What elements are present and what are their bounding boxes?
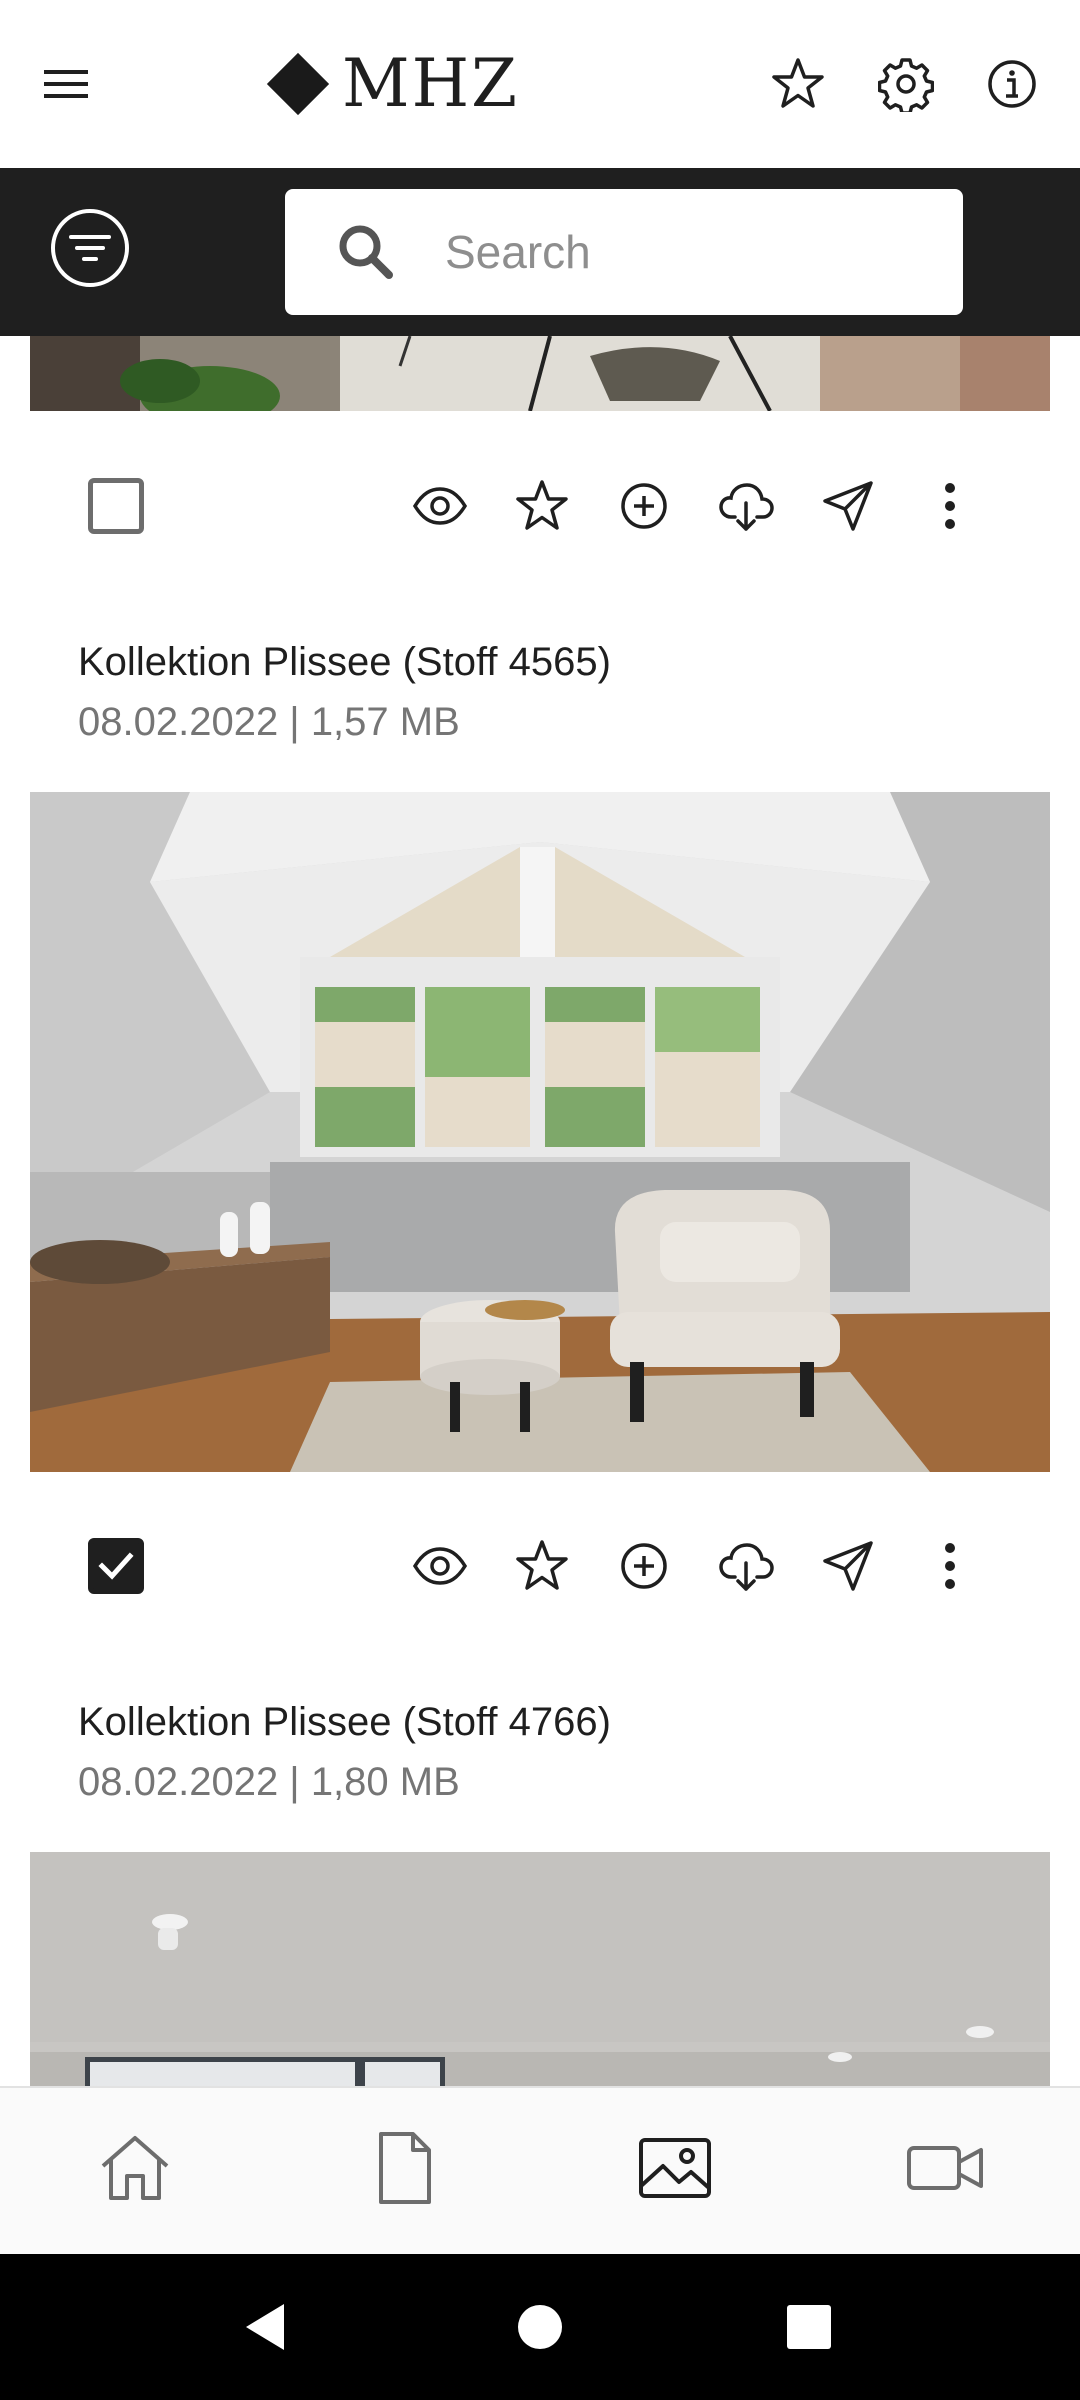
media-title[interactable]: Kollektion Plissee (Stoff 4766) [78, 1700, 611, 1745]
media-actions-row [0, 1516, 1080, 1616]
share-send-icon [823, 1541, 873, 1591]
system-home-button[interactable] [503, 2290, 577, 2364]
preview-button[interactable] [408, 474, 472, 538]
share-button[interactable] [816, 474, 880, 538]
brand-name: MHZ [342, 45, 519, 122]
nav-documents-button[interactable] [355, 2118, 455, 2218]
checkmark-icon [98, 1552, 134, 1580]
document-icon [379, 2132, 431, 2204]
favorite-button[interactable] [510, 474, 574, 538]
hamburger-menu-icon [44, 70, 88, 98]
android-navigation-bar [0, 2254, 1080, 2400]
brand-logo[interactable]: MHZ [262, 48, 519, 120]
media-thumbnail[interactable] [30, 1852, 1050, 2086]
preview-eye-icon [412, 487, 468, 525]
hamburger-menu-button[interactable] [30, 48, 102, 120]
gear-icon [878, 58, 934, 112]
favorite-button[interactable] [510, 1534, 574, 1598]
add-plus-icon [621, 483, 667, 529]
ceiling-room-photo-image [30, 1852, 1050, 2086]
info-button[interactable] [976, 48, 1048, 120]
search-input[interactable] [445, 225, 945, 279]
search-field[interactable] [285, 189, 963, 315]
add-to-collection-button[interactable] [612, 474, 676, 538]
app-header: MHZ [0, 0, 1080, 168]
favorites-button[interactable] [762, 48, 834, 120]
share-button[interactable] [816, 1534, 880, 1598]
media-meta: 08.02.2022 | 1,57 MB [78, 700, 460, 744]
media-actions-row [0, 456, 1080, 556]
filter-button[interactable] [48, 206, 132, 290]
filter-icon [51, 209, 129, 287]
download-cloud-icon [719, 483, 774, 531]
diamond-logo-icon [266, 52, 330, 116]
select-checkbox[interactable] [88, 478, 144, 534]
image-gallery-icon [639, 2138, 711, 2198]
download-button[interactable] [714, 474, 778, 538]
home-circle-icon [518, 2305, 562, 2349]
media-meta: 08.02.2022 | 1,80 MB [78, 1760, 460, 1804]
preview-button[interactable] [408, 1534, 472, 1598]
add-to-collection-button[interactable] [612, 1534, 676, 1598]
media-thumbnail[interactable] [30, 792, 1050, 1472]
settings-button[interactable] [870, 48, 942, 120]
more-vertical-icon [945, 1543, 955, 1589]
bottom-navigation [0, 2086, 1080, 2254]
system-recents-button[interactable] [772, 2290, 846, 2364]
share-send-icon [823, 481, 873, 531]
back-triangle-icon [246, 2304, 284, 2350]
home-icon [101, 2136, 169, 2200]
system-back-button[interactable] [230, 2290, 304, 2364]
recents-square-icon [787, 2305, 831, 2349]
more-vertical-icon [945, 483, 955, 529]
download-cloud-icon [719, 1543, 774, 1591]
media-feed[interactable]: Kollektion Plissee (Stoff 4565) 08.02.20… [0, 336, 1080, 2086]
favorite-star-icon [516, 480, 568, 530]
media-title[interactable]: Kollektion Plissee (Stoff 4565) [78, 640, 611, 685]
video-camera-icon [907, 2146, 983, 2190]
nav-videos-button[interactable] [895, 2118, 995, 2218]
more-options-button[interactable] [918, 474, 982, 538]
search-icon [339, 225, 393, 279]
room-photo-image [30, 336, 1050, 411]
nav-home-button[interactable] [85, 2118, 185, 2218]
select-checkbox-checked[interactable] [88, 1538, 144, 1594]
add-plus-icon [621, 1543, 667, 1589]
nav-images-button[interactable] [625, 2118, 725, 2218]
media-thumbnail[interactable] [30, 336, 1050, 411]
attic-room-photo-image [30, 792, 1050, 1472]
info-icon [988, 60, 1036, 108]
star-icon [772, 58, 824, 108]
more-options-button[interactable] [918, 1534, 982, 1598]
download-button[interactable] [714, 1534, 778, 1598]
preview-eye-icon [412, 1547, 468, 1585]
favorite-star-icon [516, 1540, 568, 1590]
